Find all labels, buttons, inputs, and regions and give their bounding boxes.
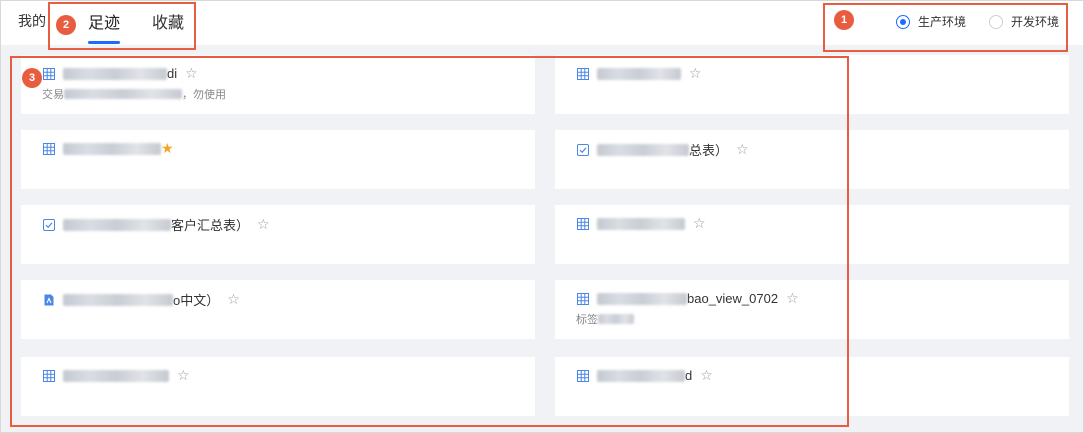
annotation-box-list — [10, 56, 849, 427]
annotation-badge-3: 3 — [22, 68, 42, 88]
annotation-badge-2: 2 — [56, 15, 76, 35]
page-title: 我的 — [18, 13, 46, 29]
annotation-box-environment — [823, 3, 1068, 52]
annotation-badge-1: 1 — [834, 10, 854, 30]
